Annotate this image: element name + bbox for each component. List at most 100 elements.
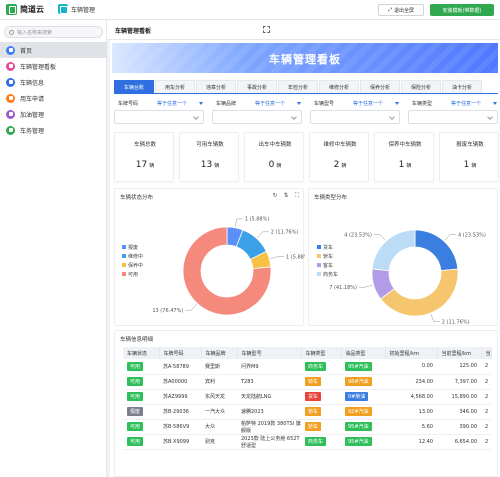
table-body: 可用 苏A·58789 赛里斯 问界M9 商务车 95#汽油 0.00 125.00 2 可用 苏A… xyxy=(123,359,492,450)
expand-icon[interactable] xyxy=(263,26,270,33)
filter-operator[interactable]: 等于任意一个 xyxy=(451,100,481,107)
caret-down-icon[interactable] xyxy=(297,102,301,105)
column-header[interactable]: 车辆类型 xyxy=(301,347,342,359)
cell-brand: 宾利 xyxy=(201,374,237,390)
tab-3[interactable]: 事故分析 xyxy=(237,80,277,93)
cell-status: 可用 xyxy=(123,434,159,450)
stat-title: 可用车辆数 xyxy=(196,142,224,148)
legend-label[interactable]: 商务车 xyxy=(323,271,338,278)
cell-fuel: 92#汽油 xyxy=(341,404,385,420)
filter-operator[interactable]: 等于任意一个 xyxy=(353,100,383,107)
status-badge: 可用 xyxy=(127,437,144,446)
module-badge[interactable]: 车辆管理 xyxy=(58,4,95,14)
legend-label[interactable]: 报废 xyxy=(128,244,138,251)
stat-unit: 辆 xyxy=(406,163,412,169)
cell-fuel: 98#汽油 xyxy=(341,374,385,390)
filter-select[interactable] xyxy=(310,110,400,124)
cell-init-mileage: 5.60 xyxy=(385,419,437,435)
legend-label[interactable]: 保养中 xyxy=(128,262,143,269)
search-icon xyxy=(9,29,14,35)
table-row[interactable]: 可用 苏A00000 宾利 T283 轿车 98#汽油 234.00 7,397.00 2 xyxy=(123,374,492,390)
stat-value: 1 xyxy=(398,160,405,170)
slice-label: 1 (5.88%) xyxy=(286,254,305,260)
filter-operator[interactable]: 等于任意一个 xyxy=(157,100,187,107)
stat-unit: 辆 xyxy=(341,163,347,169)
table-row[interactable]: 报废 苏B·29036 一汽大众 速腾2023 轿车 92#汽油 13.00 346.00 2 xyxy=(123,404,492,420)
table-row[interactable]: 可用 苏B·X9099 别克 2023款 陆上公务舱 652T 舒适型 商务车 95#汽油… xyxy=(123,434,492,450)
column-header[interactable]: 当前里程/km xyxy=(437,347,482,359)
cell-init-mileage: 12.40 xyxy=(385,434,437,450)
stat-value-wrap: 0辆 xyxy=(245,160,305,170)
type-badge: 货车 xyxy=(305,392,322,401)
caret-down-icon[interactable] xyxy=(199,102,203,105)
install-template-button[interactable]: 安装模板(带数据) xyxy=(430,4,494,16)
legend-label[interactable]: 客车 xyxy=(323,262,333,269)
pie-slice[interactable] xyxy=(380,268,459,317)
cell-fuel: 0#柴油 xyxy=(341,389,385,405)
tab-7[interactable]: 保险分析 xyxy=(401,80,441,93)
cell-brand: 大众 xyxy=(201,419,237,435)
tab-2[interactable]: 违章分析 xyxy=(196,80,236,93)
tab-6[interactable]: 保养分析 xyxy=(360,80,400,93)
caret-down-icon[interactable] xyxy=(493,102,497,105)
tab-4[interactable]: 年检分析 xyxy=(278,80,318,93)
legend-label[interactable]: 可用 xyxy=(128,272,138,278)
filter-select[interactable] xyxy=(212,110,302,124)
status-badge: 可用 xyxy=(127,422,144,431)
column-header[interactable]: 车辆状态 xyxy=(123,347,160,359)
column-header[interactable]: 当 xyxy=(481,347,492,359)
cell-status: 报废 xyxy=(123,404,159,420)
search-placeholder: 输入名称来搜索 xyxy=(17,29,53,36)
sidebar-search-input[interactable]: 输入名称来搜索 xyxy=(4,26,103,38)
column-header[interactable]: 车辆型号 xyxy=(237,347,302,359)
stat-unit: 辆 xyxy=(214,163,220,169)
column-header[interactable]: 油品类型 xyxy=(341,347,386,359)
sidebar-item-5[interactable]: 车务管理 xyxy=(0,122,107,138)
sidebar-item-3[interactable]: 用车申请 xyxy=(0,90,107,106)
sidebar-item-label: 车辆管理看板 xyxy=(20,63,57,71)
legend-label[interactable]: 货车 xyxy=(323,244,333,251)
sidebar-item-label: 车辆信息 xyxy=(20,79,45,87)
sidebar-item-4[interactable]: 加油管理 xyxy=(0,106,107,122)
sidebar-item-0[interactable]: 首页 xyxy=(0,42,107,58)
stat-value: 17 xyxy=(135,160,148,170)
exit-fullscreen-button[interactable]: ⤢ 退出全屏 xyxy=(378,4,424,16)
legend-label[interactable]: 维修中 xyxy=(128,253,143,260)
sidebar-item-icon xyxy=(6,45,15,55)
stat-card-1: 可用车辆数 13 辆 xyxy=(179,132,239,182)
exit-fullscreen-label: 退出全屏 xyxy=(394,7,415,14)
filter-select[interactable] xyxy=(114,110,204,124)
tab-1[interactable]: 用车分析 xyxy=(155,80,195,93)
slice-label: 4 (23.53%) xyxy=(344,232,372,238)
tab-0[interactable]: 车辆台账 xyxy=(114,80,154,93)
stat-value-wrap: 13 辆 xyxy=(180,160,240,170)
top-bar: 简道云 车辆管理 ⤢ 退出全屏 安装模板(带数据) xyxy=(0,0,500,20)
column-header[interactable]: 初始里程/km xyxy=(385,347,438,359)
table-row[interactable]: 可用 苏A·58789 赛里斯 问界M9 商务车 95#汽油 0.00 125.00 2 xyxy=(123,359,492,375)
tab-dashboard[interactable]: 车辆管理看板 xyxy=(115,26,151,35)
filter-1: 车辆品牌 等于任意一个 xyxy=(212,98,302,128)
cell-plate: 苏A·58789 xyxy=(159,359,201,375)
legend-label[interactable]: 轿车 xyxy=(323,253,333,260)
cell-plate: 苏A00000 xyxy=(159,374,201,390)
filter-select[interactable] xyxy=(408,110,498,124)
tab-5[interactable]: 维修分析 xyxy=(319,80,359,93)
app-logo[interactable]: 简道云 xyxy=(6,4,44,15)
caret-down-icon[interactable] xyxy=(395,102,399,105)
sidebar-item-2[interactable]: 车辆信息 xyxy=(0,74,107,90)
filter-label: 车辆类型 xyxy=(412,101,433,107)
cell-init-mileage: 0.00 xyxy=(385,359,437,375)
tab-8[interactable]: 油卡分析 xyxy=(442,80,482,93)
filter-operator[interactable]: 等于任意一个 xyxy=(255,100,285,107)
column-header[interactable]: 车牌号码 xyxy=(159,347,202,359)
pie-slice[interactable] xyxy=(371,229,416,272)
table-row[interactable]: 可用 苏B·586V9 大众 帕萨特 2019款 380TSI 旗舰版 轿车 95#汽油 5… xyxy=(123,419,492,435)
fuel-badge: 92#汽油 xyxy=(345,407,372,416)
stat-value: 13 xyxy=(200,160,213,170)
table-row[interactable]: 可用 苏AZ9999 东风天龙 天龙陆航LNG 货车 0#柴油 4,568.00 15,890… xyxy=(123,389,492,405)
column-header[interactable]: 车辆品牌 xyxy=(201,347,238,359)
cell-model: 帕萨特 2019款 380TSI 旗舰版 xyxy=(237,419,301,435)
pie-slice[interactable] xyxy=(414,229,459,272)
sidebar-item-1[interactable]: 车辆管理看板 xyxy=(0,58,107,74)
cell-type: 轿车 xyxy=(301,374,341,390)
